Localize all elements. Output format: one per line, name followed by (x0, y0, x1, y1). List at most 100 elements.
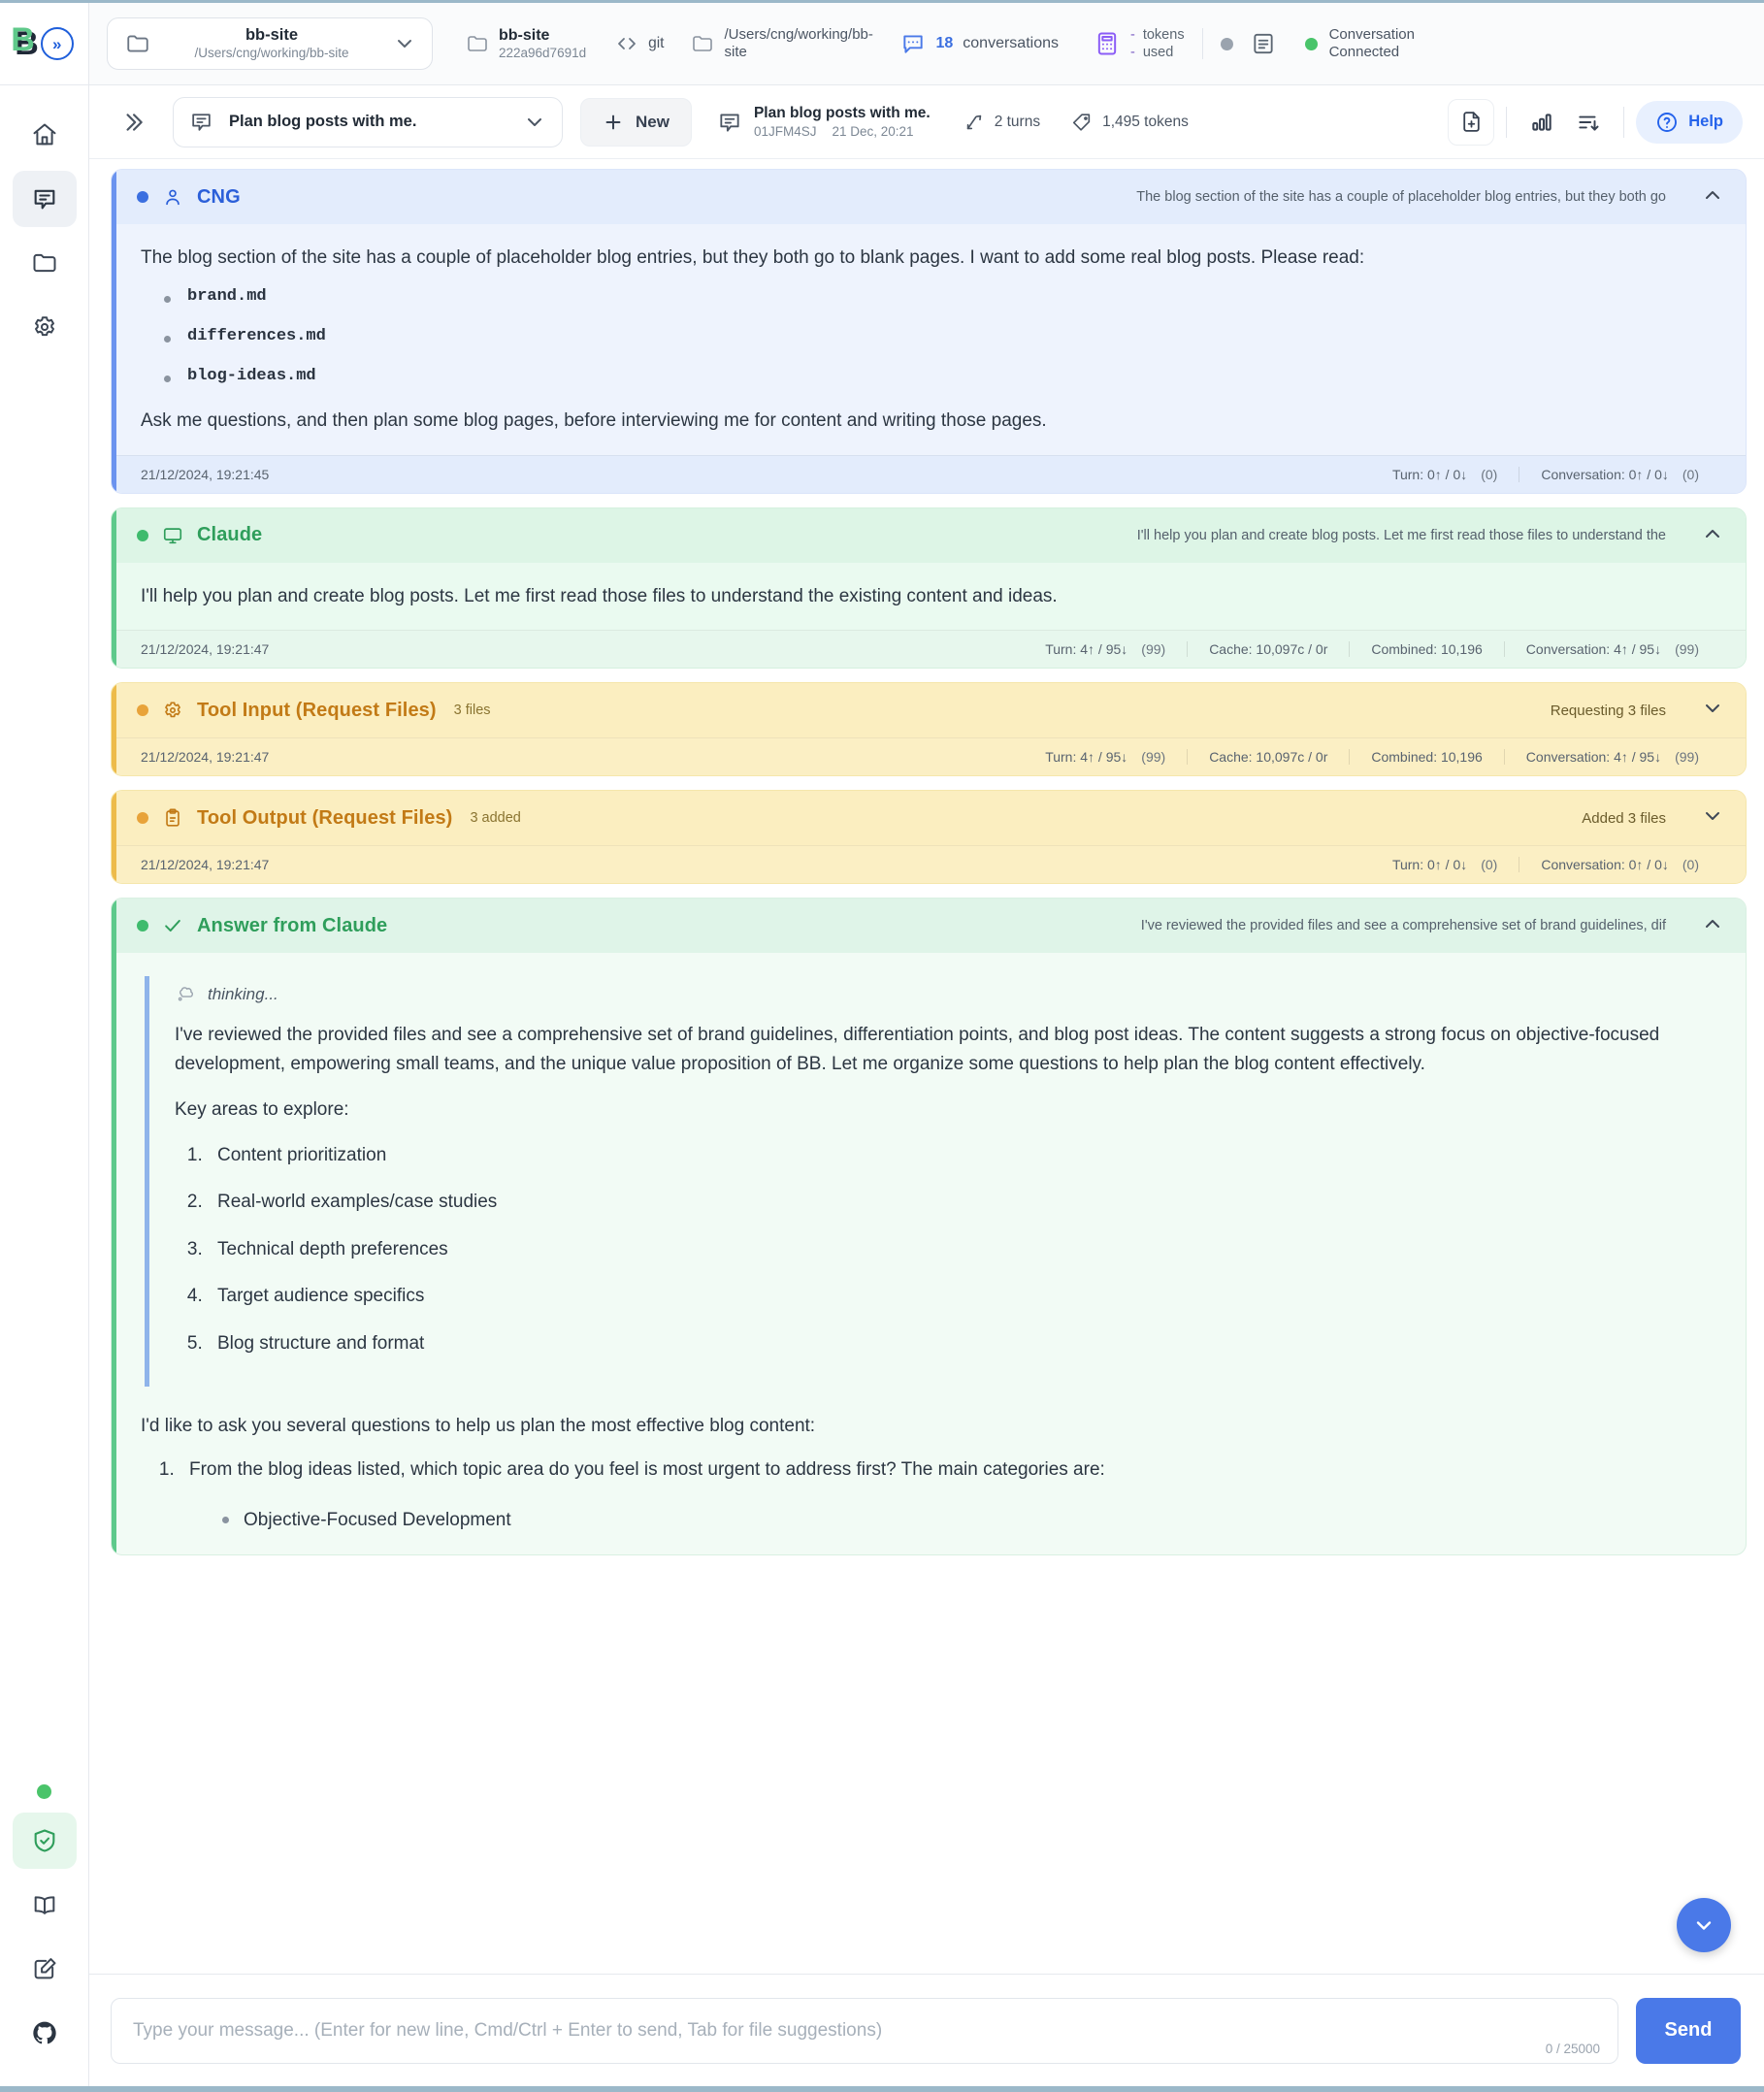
log-panel-icon[interactable] (1251, 31, 1276, 56)
status-line-1: Conversation (1328, 26, 1415, 43)
code-icon (615, 32, 638, 55)
sidebar-item-files[interactable] (13, 235, 77, 291)
chevron-down-icon[interactable] (1701, 697, 1724, 724)
chevron-up-icon[interactable] (1701, 912, 1724, 939)
question-circle-icon (1655, 111, 1679, 134)
tool-badge: 3 files (453, 703, 491, 719)
stat-conversation: Conversation: 4↑ / 95↓ (99) (1503, 749, 1720, 766)
timestamp: 21/12/2024, 19:21:47 (141, 857, 270, 873)
project-meta-group: bb-site 222a96d7691d git /Users/cng/work… (466, 26, 873, 61)
sidebar-item-github[interactable] (13, 2005, 77, 2061)
message-input-wrapper[interactable]: 0 / 25000 (111, 1997, 1618, 2064)
status-dot-icon (137, 920, 148, 932)
scroll-to-latest-button[interactable] (1565, 99, 1612, 146)
status-dot-icon (137, 191, 148, 203)
sidebar-item-docs[interactable] (13, 1877, 77, 1933)
message-footer: 21/12/2024, 19:21:47 Turn: 4↑ / 95↓ (99) … (112, 737, 1746, 776)
list-item: blog-ideas.md (156, 367, 1720, 385)
message-header[interactable]: Claude I'll help you plan and create blo… (112, 507, 1746, 563)
chevron-down-icon[interactable] (1701, 804, 1724, 832)
message-header[interactable]: CNG The blog section of the site has a c… (112, 170, 1746, 224)
idle-indicator-icon (1220, 37, 1233, 50)
message-input[interactable] (112, 2019, 1617, 2042)
thinking-paragraph: I've reviewed the provided files and see… (175, 1025, 1660, 1074)
chevron-double-right-icon (120, 110, 146, 135)
top-header-bar: B » bb-site /Users/cng/working/bb-site b… (0, 3, 1764, 85)
stat-paren: (0) (1682, 466, 1699, 482)
expand-panel-button[interactable] (111, 100, 155, 145)
project-selector[interactable]: bb-site /Users/cng/working/bb-site (107, 17, 433, 70)
message-header[interactable]: Tool Output (Request Files) 3 added Adde… (112, 791, 1746, 846)
chevron-down-icon[interactable] (393, 32, 416, 55)
tokens-text-2: used (1142, 45, 1174, 60)
message-preview: The blog section of the site has a coupl… (1136, 189, 1666, 205)
sidebar-item-settings[interactable] (13, 299, 77, 355)
character-counter: 0 / 25000 (1545, 2041, 1600, 2056)
thinking-block: thinking... I've reviewed the provided f… (145, 976, 1720, 1388)
stat-turn: Turn: 4↑ / 95↓ (99) (1024, 749, 1187, 765)
tokens-indicator: 1,495 tokens (1071, 112, 1189, 133)
stat-label: Conversation: 0↑ / 0↓ (1541, 857, 1669, 873)
sidebar-item-edit[interactable] (13, 1941, 77, 1997)
message-paragraph: The blog section of the site has a coupl… (141, 247, 1365, 268)
tokens-line-1: - tokens (1130, 26, 1185, 44)
folder-icon (691, 32, 714, 55)
stat-label: Turn: 0↑ / 0↓ (1391, 857, 1468, 873)
message-card-tool-input: Tool Input (Request Files) 3 files Reque… (111, 682, 1747, 777)
help-label: Help (1688, 113, 1723, 130)
stat-paren: (0) (1481, 857, 1498, 873)
stats-button[interactable] (1519, 99, 1565, 146)
gear-icon (162, 700, 183, 721)
list-item: differences.md (156, 327, 1720, 345)
message-card-answer: Answer from Claude I've reviewed the pro… (111, 898, 1747, 1555)
book-icon (31, 1891, 58, 1918)
list-item: Real-world examples/case studies (208, 1189, 1720, 1217)
gear-icon (31, 313, 58, 341)
message-card-claude: Claude I'll help you plan and create blo… (111, 507, 1747, 670)
window-bottom-edge (0, 2086, 1764, 2092)
stat-conversation: Conversation: 0↑ / 0↓ (0) (1519, 466, 1720, 482)
current-conversation-info: Plan blog posts with me. 01JFM4SJ 21 Dec,… (717, 104, 931, 140)
stat-turn: Turn: 0↑ / 0↓ (0) (1371, 467, 1519, 482)
timestamp: 21/12/2024, 19:21:47 (141, 641, 270, 658)
add-file-button[interactable] (1448, 98, 1495, 146)
scroll-to-bottom-button[interactable] (1677, 1898, 1731, 1952)
chevron-down-icon[interactable] (523, 111, 546, 134)
turns-indicator: 2 turns (964, 112, 1040, 133)
new-conversation-button[interactable]: New (580, 97, 692, 147)
sidebar-item-home[interactable] (13, 107, 77, 163)
stat-label: Cache: 10,097c / 0r (1209, 749, 1328, 766)
chevron-up-icon[interactable] (1701, 183, 1724, 211)
vcs-label: git (648, 35, 665, 51)
sidebar-item-conversations[interactable] (12, 171, 77, 227)
list-item: Target audience specifics (208, 1283, 1720, 1311)
timestamp: 21/12/2024, 19:21:45 (141, 466, 270, 482)
message-paragraph: Ask me questions, and then plan some blo… (141, 410, 1047, 432)
status-line-2: Connected (1328, 44, 1400, 60)
send-button[interactable]: Send (1636, 1997, 1741, 2064)
stat-conversation: Conversation: 0↑ / 0↓ (0) (1519, 857, 1720, 873)
expand-sidebar-icon[interactable]: » (40, 27, 74, 60)
chevron-up-icon[interactable] (1701, 522, 1724, 549)
message-header[interactable]: Answer from Claude I've reviewed the pro… (112, 899, 1746, 954)
project-path: /Users/cng/working/bb-site (194, 45, 349, 60)
conversation-selector[interactable]: Plan blog posts with me. (173, 96, 563, 147)
shield-check-icon (31, 1827, 58, 1854)
thinking-label: thinking... (208, 985, 278, 1004)
stat-cache: Cache: 10,097c / 0r (1187, 749, 1349, 766)
message-card-user: CNG The blog section of the site has a c… (111, 169, 1747, 494)
folder-icon (125, 31, 150, 56)
conversation-scroll-area[interactable]: CNG The blog section of the site has a c… (89, 159, 1764, 1974)
sort-descending-icon (1576, 110, 1601, 135)
status-dot-icon (37, 1784, 51, 1799)
help-button[interactable]: Help (1636, 100, 1743, 144)
tool-title: Tool Input (Request Files) (197, 699, 437, 721)
divider (1623, 106, 1625, 138)
conversations-counter[interactable]: 18 conversations (900, 31, 1059, 56)
message-header[interactable]: Tool Input (Request Files) 3 files Reque… (112, 683, 1746, 738)
turns-label: 2 turns (994, 113, 1041, 130)
calculator-icon (1094, 30, 1121, 57)
list-item: Objective-Focused Development (214, 1507, 1720, 1535)
sidebar-item-security[interactable] (12, 1813, 77, 1869)
message-author: CNG (197, 185, 241, 208)
